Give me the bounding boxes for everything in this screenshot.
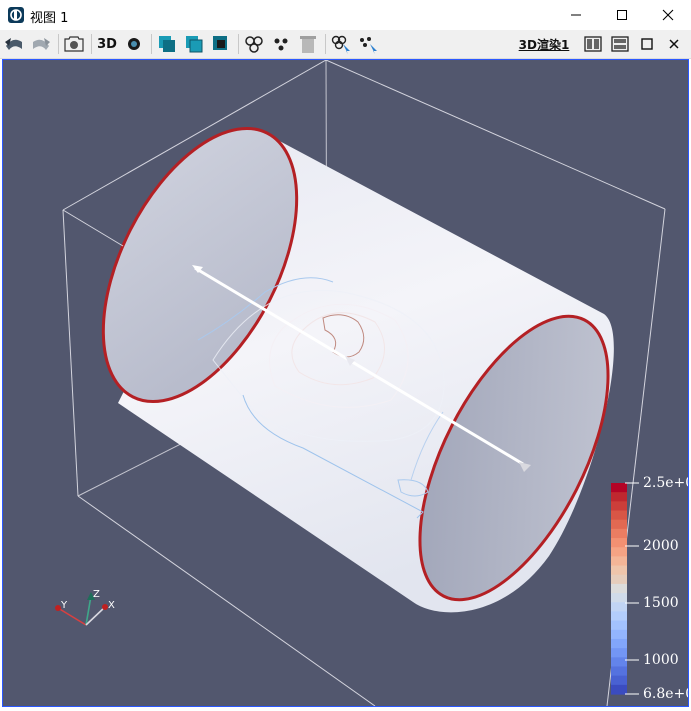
shrink-selection-button[interactable] [269,32,293,56]
toolbar-separator [91,34,92,54]
grow-selection-icon [245,36,263,53]
color-legend-band [611,675,627,686]
toolbar-separator [58,34,59,54]
color-legend-band [611,638,627,649]
maximize-button[interactable] [599,0,645,30]
mode-3d-label: 3D [97,36,117,52]
legend-label-max: 2.5e+0 [643,475,688,491]
close-view-icon [669,39,679,49]
select-points-icon [186,36,203,53]
color-legend-band [611,620,627,631]
orientation-axes: Y Z X [55,589,115,626]
color-legend-band [611,519,627,530]
interactive-select-cells-icon [331,35,350,54]
split-horizontal-button[interactable] [581,32,605,56]
close-button[interactable] [645,0,691,30]
paraview-app-icon [8,7,24,23]
toolbar-separator [238,34,239,54]
grow-selection-button[interactable] [242,32,266,56]
color-legend-band [611,510,627,521]
toggle-3d-button[interactable]: 3D [95,32,119,56]
legend-label-min: 6.8e+0 [643,686,688,702]
color-legend-band [611,483,627,493]
axis-label-x: X [108,600,115,611]
select-cells-icon [159,36,175,52]
color-legend: 2.5e+0 2000 1500 1000 6.8e+0 [611,475,688,702]
interactive-select-points-icon [360,37,377,54]
center-rotation-button[interactable] [122,32,146,56]
toolbar-separator [325,34,326,54]
close-view-button[interactable] [662,32,686,56]
color-legend-band [611,583,627,594]
color-legend-band [611,657,627,668]
legend-label-1000: 1000 [643,652,679,668]
undo-camera-button[interactable] [2,32,26,56]
scene-canvas: Y Z X 2.5e+0 2000 1500 1000 6.8e+0 [55,60,688,706]
select-points-on-button[interactable] [182,32,206,56]
select-frustum-button[interactable] [209,32,233,56]
select-cells-on-button[interactable] [155,32,179,56]
maximize-view-icon [641,38,653,50]
sphere-icon [128,38,140,50]
redo-camera-icon [33,38,50,50]
color-legend-band [611,593,627,603]
legend-label-2000: 2000 [643,538,679,554]
render-view-label-button[interactable]: 3D渲染1 [516,32,572,56]
color-legend-band [611,629,627,640]
toolbar-separator [151,34,152,54]
clear-selection-button[interactable] [296,32,320,56]
trash-icon [300,36,316,53]
axis-label-z: Z [93,589,100,600]
window-title: 视图 1 [30,11,69,26]
color-legend-band [611,501,627,512]
interactive-select-cells-button[interactable] [329,32,353,56]
color-legend-band [611,684,627,695]
color-legend-band [611,528,627,539]
render-view-label: 3D渲染1 [518,37,570,52]
color-legend-band [611,547,627,557]
minimize-button[interactable] [553,0,599,30]
color-legend-band [611,648,627,658]
view-toolbar: 3D 3D渲染1 [0,30,691,59]
shrink-selection-icon [274,38,288,51]
redo-camera-button[interactable] [29,32,53,56]
undo-camera-icon [5,38,22,50]
camera-icon [64,36,84,52]
color-legend-band [611,556,627,567]
color-legend-band [611,611,627,622]
axis-label-y: Y [60,600,68,611]
color-legend-band [611,492,627,502]
title-bar: 视图 1 [0,0,691,30]
interactive-select-points-button[interactable] [356,32,380,56]
color-legend-band [611,538,627,548]
color-legend-band [611,565,627,576]
capture-screenshot-button[interactable] [62,32,86,56]
minimize-icon [571,14,581,16]
close-icon [662,9,674,21]
legend-label-1500: 1500 [643,595,679,611]
select-frustum-icon [213,36,227,50]
color-legend-band [611,574,627,585]
color-legend-bar [611,483,627,695]
maximize-icon [617,10,627,20]
color-legend-band [611,666,627,677]
color-legend-ticks [625,482,639,695]
render-viewport[interactable]: Y Z X 2.5e+0 2000 1500 1000 6.8e+0 [2,59,689,707]
color-legend-band [611,602,627,613]
maximize-view-button[interactable] [635,32,659,56]
split-vertical-button[interactable] [608,32,632,56]
split-vertical-icon [611,36,629,52]
split-horizontal-icon [584,36,602,52]
